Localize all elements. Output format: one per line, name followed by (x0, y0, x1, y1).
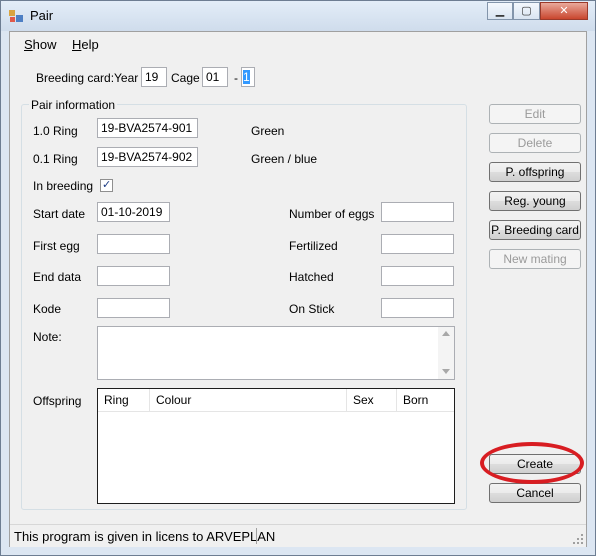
cage-field[interactable]: 01 (202, 67, 228, 87)
create-button[interactable]: Create (489, 454, 581, 474)
number-of-eggs-label: Number of eggs (289, 207, 375, 221)
scroll-down-icon[interactable] (442, 369, 450, 374)
hatched-label: Hatched (289, 270, 334, 284)
ring-10-field[interactable]: 19-BVA2574-901 (97, 118, 198, 138)
card-dash: - (234, 71, 238, 85)
offspring-label: Offspring (33, 394, 82, 408)
end-data-field[interactable] (97, 266, 170, 286)
cancel-button[interactable]: Cancel (489, 483, 581, 503)
status-separator (256, 528, 257, 544)
column-header-colour[interactable]: Colour (150, 389, 347, 411)
end-data-label: End data (33, 270, 82, 284)
kode-label: Kode (33, 302, 62, 316)
edit-button[interactable]: Edit (489, 104, 581, 124)
cage-label: Cage (171, 71, 200, 85)
maximize-icon: ▢ (521, 5, 532, 17)
kode-field[interactable] (97, 298, 170, 318)
column-header-ring[interactable]: Ring (98, 389, 150, 411)
ring-10-colour: Green (251, 124, 285, 138)
hatched-field[interactable] (381, 266, 454, 286)
menu-bar: Show Help (10, 32, 586, 56)
column-header-born[interactable]: Born (397, 389, 454, 411)
year-field[interactable]: 19 (141, 67, 167, 87)
offspring-list-header: Ring Colour Sex Born (98, 389, 454, 412)
print-offspring-button[interactable]: P. offspring (489, 162, 581, 182)
app-icon (9, 10, 23, 22)
first-egg-field[interactable] (97, 234, 170, 254)
pair-window: Pair ▁ ▢ ✕ Show Help Breeding card: Year… (0, 0, 596, 556)
print-breeding-card-button[interactable]: P. Breeding card (489, 220, 581, 240)
column-header-sex[interactable]: Sex (347, 389, 397, 411)
close-button[interactable]: ✕ (540, 2, 588, 20)
register-young-button[interactable]: Reg. young (489, 191, 581, 211)
menu-help[interactable]: Help (72, 37, 99, 52)
in-breeding-label: In breeding (33, 179, 94, 193)
delete-button[interactable]: Delete (489, 133, 581, 153)
number-of-eggs-field[interactable] (381, 202, 454, 222)
scroll-up-icon[interactable] (442, 331, 450, 336)
on-stick-field[interactable] (381, 298, 454, 318)
note-scrollbar[interactable] (438, 327, 454, 379)
status-text: This program is given in licens to ARVEP… (14, 529, 276, 544)
first-egg-label: First egg (33, 239, 80, 253)
card-number-selection: 1 (243, 70, 250, 84)
minimize-button[interactable]: ▁ (487, 2, 513, 20)
ring-01-field[interactable]: 19-BVA2574-902 (97, 147, 198, 167)
maximize-button[interactable]: ▢ (513, 2, 540, 20)
offspring-list[interactable]: Ring Colour Sex Born (97, 388, 455, 504)
resize-grip-icon[interactable] (572, 533, 584, 545)
on-stick-label: On Stick (289, 302, 335, 316)
start-date-label: Start date (33, 207, 86, 221)
window-title: Pair (30, 8, 54, 23)
start-date-field[interactable]: 01-10-2019 (97, 202, 170, 222)
note-label: Note: (33, 330, 62, 344)
ring-01-colour: Green / blue (251, 152, 318, 166)
title-bar[interactable]: Pair ▁ ▢ ✕ (1, 1, 595, 31)
status-bar: This program is given in licens to ARVEP… (10, 524, 586, 547)
year-label: Year (114, 71, 139, 85)
card-number-field[interactable]: 1 (241, 67, 255, 87)
menu-show[interactable]: Show (24, 37, 57, 52)
client-area: Show Help Breeding card: Year 19 Cage 01… (9, 31, 587, 547)
minimize-icon: ▁ (495, 5, 505, 17)
pair-information-title: Pair information (29, 98, 118, 112)
in-breeding-checkbox[interactable]: ✓ (100, 179, 113, 192)
ring-01-label: 0.1 Ring (33, 152, 78, 166)
close-icon: ✕ (559, 5, 569, 17)
note-field[interactable] (97, 326, 455, 380)
breeding-card-label: Breeding card: (36, 71, 115, 85)
fertilized-field[interactable] (381, 234, 454, 254)
new-mating-button[interactable]: New mating (489, 249, 581, 269)
check-icon: ✓ (102, 179, 112, 191)
fertilized-label: Fertilized (289, 239, 338, 253)
ring-10-label: 1.0 Ring (33, 124, 78, 138)
